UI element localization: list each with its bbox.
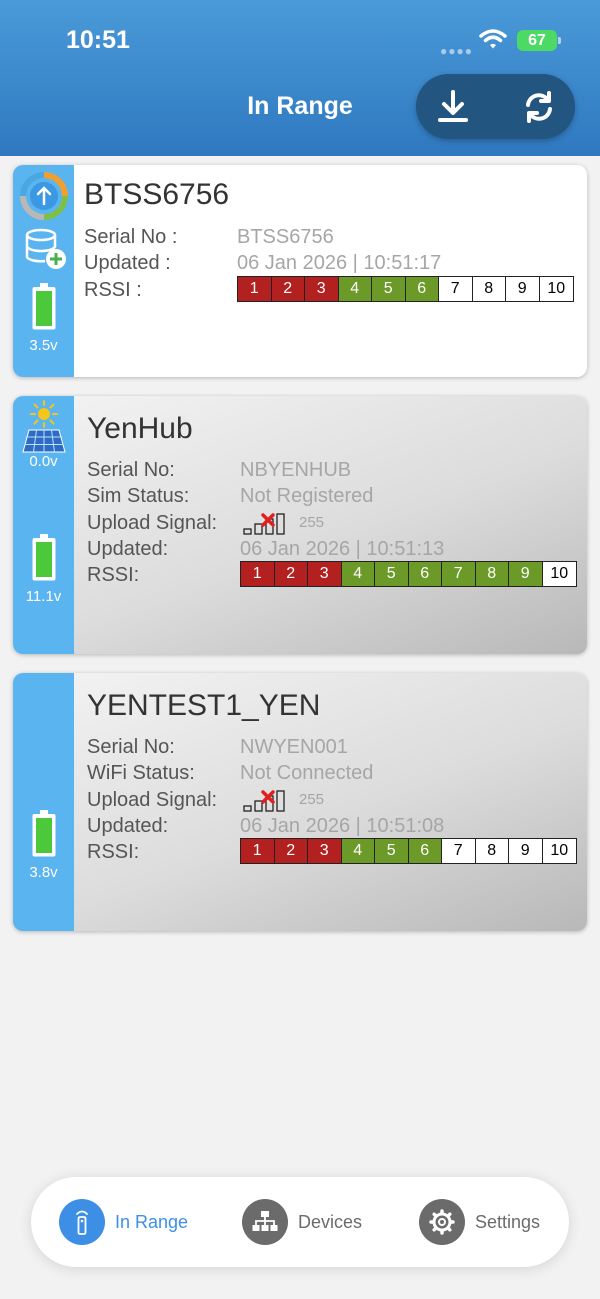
rssi-cell: 5 <box>375 562 409 586</box>
rssi-cell: 5 <box>372 277 406 301</box>
remote-icon <box>76 1210 88 1235</box>
device-name: YenHub <box>87 412 193 445</box>
cellular-icon: ●●●● <box>440 44 473 58</box>
rssi-cell: 9 <box>506 277 540 301</box>
rssi-cell: 7 <box>439 277 473 301</box>
signal-icon <box>243 513 285 535</box>
battery-icon <box>32 810 56 857</box>
app-header: 10:51 ●●●● 67 In Range <box>0 0 600 156</box>
device-card[interactable]: 3.5v BTSS6756 Serial No : BTSS6756 Updat… <box>13 165 587 377</box>
tab-settings-circle <box>419 1199 465 1245</box>
rssi-cell: 7 <box>442 562 476 586</box>
rssi-cell: 7 <box>442 839 476 863</box>
card-sidebar <box>13 673 74 931</box>
rssi-scale: 1 2 3 4 5 6 7 8 9 10 <box>237 276 574 302</box>
rssi-cell: 2 <box>271 277 305 301</box>
tab-settings-label: Settings <box>475 1211 541 1232</box>
rssi-scale: 1 2 3 4 5 6 7 8 9 10 <box>240 838 577 864</box>
rssi-cell: 8 <box>472 277 506 301</box>
rssi-cell: 10 <box>542 839 576 863</box>
sim-status-label: Sim Status: <box>87 485 190 507</box>
battery-icon <box>32 534 56 581</box>
sim-status-value: Not Registered <box>240 485 374 507</box>
device-card[interactable]: 0.0v 11.1v YenHub Serial No: NBYENHUB Si… <box>13 396 587 654</box>
solar-panel-icon <box>22 429 66 453</box>
rssi-cell: 6 <box>405 277 439 301</box>
device-name: YENTEST1_YEN <box>87 689 321 722</box>
rssi-cell: 10 <box>542 562 576 586</box>
rssi-cell: 2 <box>274 839 308 863</box>
header-actions <box>416 74 575 139</box>
rssi-cell: 8 <box>475 562 509 586</box>
serial-value: NWYEN001 <box>240 736 348 758</box>
upload-signal-value: 255 <box>299 791 325 808</box>
battery-voltage: 3.5v <box>29 337 58 354</box>
download-icon[interactable] <box>433 88 473 126</box>
status-time: 10:51 <box>66 26 130 54</box>
serial-label: Serial No: <box>87 736 175 758</box>
tab-in-range-circle <box>59 1199 105 1245</box>
rssi-label: RSSI: <box>87 841 140 863</box>
battery-voltage: 3.8v <box>29 864 58 881</box>
device-card[interactable]: 3.8v YENTEST1_YEN Serial No: NWYEN001 Wi… <box>13 673 587 931</box>
rssi-cell: 2 <box>274 562 308 586</box>
rssi-cell: 4 <box>341 839 375 863</box>
upload-signal-label: Upload Signal: <box>87 512 218 534</box>
upload-signal-label: Upload Signal: <box>87 789 218 811</box>
upload-signal-value: 255 <box>299 514 325 531</box>
updated-value: 06 Jan 2026 | 10:51:13 <box>240 538 445 560</box>
tab-in-range[interactable]: In Range <box>59 1199 188 1245</box>
rssi-cell: 1 <box>241 839 275 863</box>
rssi-cell: 3 <box>308 562 342 586</box>
updated-label: Updated: <box>87 538 169 560</box>
solar-voltage: 0.0v <box>29 453 58 470</box>
rssi-cell: 10 <box>539 277 573 301</box>
updated-value: 06 Jan 2026 | 10:51:08 <box>240 815 445 837</box>
rssi-cell: 8 <box>475 839 509 863</box>
tab-devices[interactable]: Devices <box>242 1199 362 1245</box>
rssi-cell: 1 <box>241 562 275 586</box>
bottom-tab-bar: In Range Devices Settings <box>31 1177 569 1267</box>
rssi-cell: 4 <box>338 277 372 301</box>
device-name: BTSS6756 <box>84 178 230 211</box>
updated-label: Updated : <box>84 252 171 274</box>
rssi-cell: 1 <box>238 277 272 301</box>
tab-settings[interactable]: Settings <box>419 1199 540 1245</box>
tab-devices-label: Devices <box>298 1211 363 1232</box>
rssi-cell: 3 <box>308 839 342 863</box>
network-icon <box>252 1211 278 1231</box>
rssi-cell: 9 <box>509 562 543 586</box>
battery-voltage: 11.1v <box>25 588 62 605</box>
rssi-cell: 6 <box>408 839 442 863</box>
battery-icon <box>32 283 56 330</box>
updated-label: Updated: <box>87 815 169 837</box>
rssi-cell: 5 <box>375 839 409 863</box>
rssi-label: RSSI: <box>87 564 140 586</box>
upload-cycle-icon <box>20 172 68 220</box>
gear-icon <box>429 1209 455 1235</box>
serial-label: Serial No : <box>84 226 178 248</box>
serial-value: BTSS6756 <box>237 226 334 248</box>
rssi-label: RSSI : <box>84 279 142 301</box>
rssi-cell: 6 <box>408 562 442 586</box>
rssi-scale: 1 2 3 4 5 6 7 8 9 10 <box>240 561 577 587</box>
rssi-cell: 3 <box>305 277 339 301</box>
serial-label: Serial No: <box>87 459 175 481</box>
tab-devices-circle <box>242 1199 288 1245</box>
refresh-icon[interactable] <box>519 88 559 126</box>
wifi-status-label: WiFi Status: <box>87 762 195 784</box>
rssi-cell: 9 <box>509 839 543 863</box>
sun-icon <box>30 400 58 428</box>
serial-value: NBYENHUB <box>240 459 352 481</box>
database-add-icon <box>25 228 66 269</box>
updated-value: 06 Jan 2026 | 10:51:17 <box>237 252 442 274</box>
rssi-cell: 4 <box>341 562 375 586</box>
wifi-status-value: Not Connected <box>240 762 374 784</box>
battery-status: 67 <box>517 30 561 51</box>
wifi-icon <box>479 29 507 49</box>
signal-icon <box>243 790 285 812</box>
tab-in-range-label: In Range <box>115 1211 189 1232</box>
